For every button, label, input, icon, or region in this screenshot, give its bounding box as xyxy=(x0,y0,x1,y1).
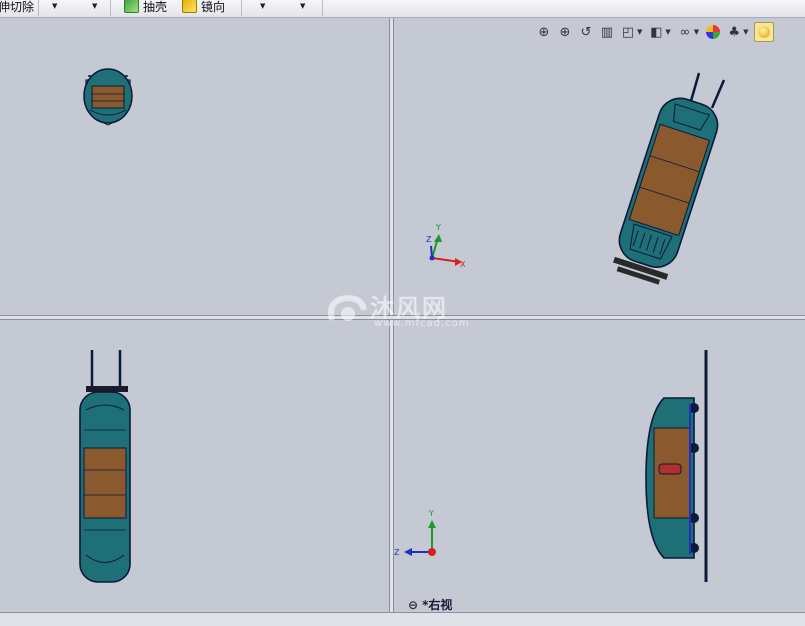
chevron-down-icon[interactable]: ▼ xyxy=(665,28,670,36)
toolbar-separator xyxy=(322,0,323,16)
toolbar-separator xyxy=(38,0,39,16)
mirror-icon xyxy=(182,0,197,13)
chevron-down-icon[interactable]: ▼ xyxy=(637,28,642,36)
shell-label: 抽壳 xyxy=(143,0,168,14)
fillet-dropdown-caret[interactable]: ▼ xyxy=(92,0,97,15)
toolbar-separator xyxy=(110,0,111,16)
previous-view-icon[interactable]: ↺ xyxy=(577,23,595,41)
model-right-view: Y Z xyxy=(394,350,708,582)
y-axis-label: Y xyxy=(428,509,434,518)
appearance-color-icon xyxy=(706,25,721,39)
watermark-url: www.mfcad.com xyxy=(374,318,470,329)
chevron-down-icon: ▼ xyxy=(300,2,306,10)
viewport-top-left[interactable] xyxy=(0,18,389,315)
watermark: 沐风网 www.mfcad.com xyxy=(322,290,492,334)
chevron-down-icon: ▼ xyxy=(92,2,98,10)
status-bar xyxy=(0,612,805,626)
appearance-icon[interactable] xyxy=(704,23,722,41)
mirror-label: 镜向 xyxy=(201,0,226,14)
hide-show-icon[interactable]: ∞ xyxy=(676,23,694,41)
mirror-button[interactable]: 镜向 xyxy=(182,0,225,15)
axis-triad: Y Z xyxy=(394,509,436,557)
model-isometric-view: X Y Z xyxy=(426,72,726,285)
chevron-down-icon[interactable]: ▼ xyxy=(743,28,748,36)
z-axis-label: Z xyxy=(426,235,432,244)
heads-up-view-toolbar: ⊕ ⊕ ↺ ▥ ◰ ▼ ◧ ▼ ∞ ▼ ♣ ▼ xyxy=(535,22,774,42)
viewport-bottom-left[interactable] xyxy=(0,320,389,612)
zoom-area-icon[interactable]: ⊕ xyxy=(556,23,574,41)
shell-icon xyxy=(124,0,139,13)
pattern-dropdown-caret[interactable]: ▼ xyxy=(260,0,265,15)
realview-bulb-icon xyxy=(757,26,770,38)
link-icon: ⊖ xyxy=(408,597,419,612)
zoom-to-fit-icon[interactable]: ⊕ xyxy=(535,23,553,41)
y-axis-label: Y xyxy=(435,223,441,232)
viewport-top-right[interactable]: X Y Z xyxy=(394,18,805,315)
shell-button[interactable]: 抽壳 xyxy=(124,0,167,15)
chevron-down-icon[interactable]: ▼ xyxy=(694,28,699,36)
view-name-text: *右视 xyxy=(422,598,453,612)
more-dropdown-caret[interactable]: ▼ xyxy=(300,0,305,15)
view-orientation-icon[interactable]: ◰ xyxy=(619,23,637,41)
viewport-bottom-right[interactable]: Y Z xyxy=(394,320,805,612)
x-axis-label: X xyxy=(460,260,466,269)
display-style-icon[interactable]: ◧ xyxy=(647,23,665,41)
model-top-view xyxy=(83,68,133,126)
extruded-cut-button[interactable]: 拉伸切除 xyxy=(0,0,34,15)
chevron-down-icon: ▼ xyxy=(260,2,266,10)
extruded-cut-label: 拉伸切除 xyxy=(0,0,35,14)
section-view-icon[interactable]: ▥ xyxy=(598,23,616,41)
cut-dropdown-caret[interactable]: ▼ xyxy=(52,0,57,15)
feature-toolbar: 拉伸切除 ▼ ▼ 抽壳 镜向 ▼ ▼ xyxy=(0,0,805,18)
scene-icon[interactable]: ♣ xyxy=(725,23,743,41)
realview-icon[interactable] xyxy=(753,22,774,42)
axis-triad: X Y Z xyxy=(426,223,466,269)
chevron-down-icon: ▼ xyxy=(52,2,58,10)
view-name-label: ⊖ *右视 xyxy=(408,596,452,613)
toolbar-separator xyxy=(241,0,242,16)
z-axis-label: Z xyxy=(394,548,400,557)
watermark-logo-icon xyxy=(328,294,367,321)
model-front-view xyxy=(79,350,131,583)
